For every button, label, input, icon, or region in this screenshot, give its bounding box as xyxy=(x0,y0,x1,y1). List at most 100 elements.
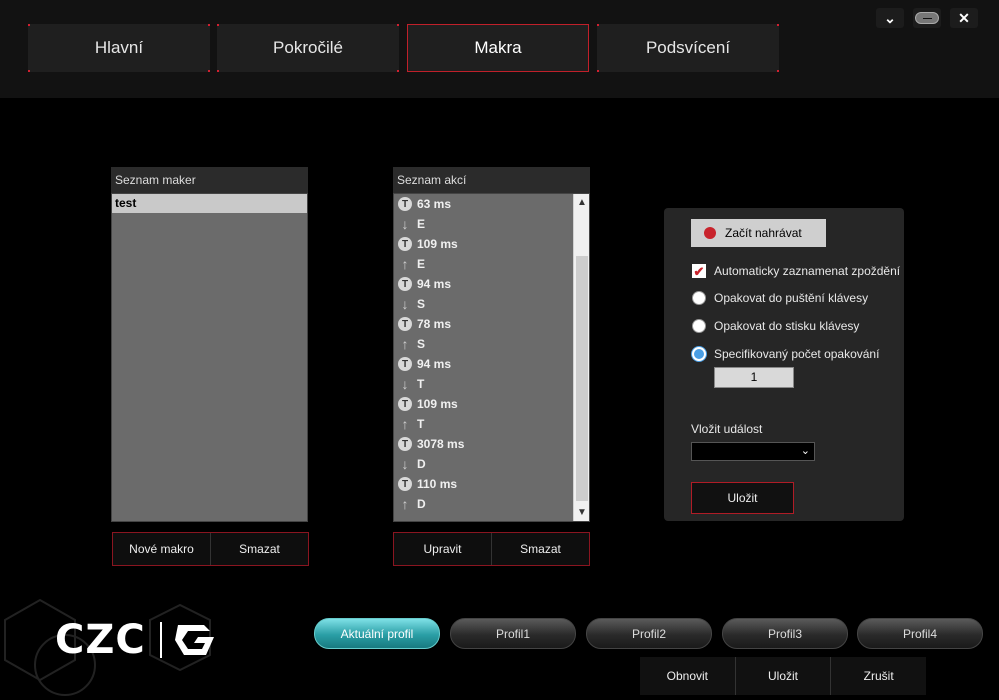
chevron-down-icon: ⌄ xyxy=(800,445,810,457)
profile-current[interactable]: Aktuální profil xyxy=(314,618,440,649)
action-buttons: Upravit Smazat xyxy=(393,532,590,566)
action-text: 94 ms xyxy=(417,277,452,291)
key-down-arrow-icon: ↓ xyxy=(401,216,409,232)
tab-corner-accent xyxy=(597,70,599,72)
action-text: 63 ms xyxy=(417,197,452,211)
repeat-count-input[interactable]: 1 xyxy=(714,367,794,388)
close-button[interactable]: ✕ xyxy=(950,8,978,28)
action-row[interactable]: ↓ E xyxy=(394,214,589,234)
minimize-button[interactable] xyxy=(913,8,941,28)
action-row[interactable]: ↑ D xyxy=(394,494,589,514)
tab-corner-accent xyxy=(208,24,210,26)
key-up-arrow-icon: ↑ xyxy=(401,336,409,352)
save-button[interactable]: Uložit xyxy=(734,657,831,695)
tab-corner-accent xyxy=(397,24,399,26)
action-row[interactable]: T 110 ms xyxy=(394,474,589,494)
key-down-arrow-icon: ↓ xyxy=(401,296,409,312)
timer-icon: T xyxy=(398,277,412,291)
reset-button[interactable]: Obnovit xyxy=(640,657,735,695)
action-row[interactable]: ↑ T xyxy=(394,414,589,434)
profile-3[interactable]: Profil3 xyxy=(722,618,848,649)
radio-label: Specifikovaný počet opakování xyxy=(714,347,880,361)
action-row[interactable]: ↑ E xyxy=(394,254,589,274)
timer-icon: T xyxy=(398,477,412,491)
macro-item-test[interactable]: test xyxy=(112,194,307,213)
auto-delay-checkbox[interactable]: ✔ Automaticky zaznamenat zpoždění xyxy=(692,264,900,278)
tab-corner-accent xyxy=(28,70,30,72)
close-icon: ✕ xyxy=(958,9,970,26)
footer-buttons: Obnovit Uložit Zrušit xyxy=(640,657,926,695)
start-recording-button[interactable]: Začít nahrávat xyxy=(691,219,826,247)
key-down-arrow-icon: ↓ xyxy=(401,456,409,472)
macro-settings-panel: Začít nahrávat ✔ Automaticky zaznamenat … xyxy=(664,208,904,521)
profile-1[interactable]: Profil1 xyxy=(450,618,576,649)
tab-corner-accent xyxy=(397,70,399,72)
action-row[interactable]: T 63 ms xyxy=(394,194,589,214)
timer-icon: T xyxy=(398,397,412,411)
tab-label: Pokročilé xyxy=(273,38,343,57)
timer-icon: T xyxy=(398,437,412,451)
action-list-title: Seznam akcí xyxy=(393,167,590,193)
profile-4[interactable]: Profil4 xyxy=(857,618,983,649)
action-text: 109 ms xyxy=(417,237,458,251)
scroll-thumb[interactable] xyxy=(576,256,588,501)
auto-delay-label: Automaticky zaznamenat zpoždění xyxy=(714,264,901,278)
tab-label: Podsvícení xyxy=(645,38,731,57)
action-list-scrollbar[interactable]: ▲ ▼ xyxy=(573,194,589,521)
chevron-down-icon: ▼ xyxy=(577,507,587,518)
save-macro-button[interactable]: Uložit xyxy=(691,482,794,514)
scroll-up-button[interactable]: ▲ xyxy=(574,194,590,211)
specified-count-radio[interactable]: Specifikovaný počet opakování xyxy=(692,347,879,361)
tab-podsviceni[interactable]: Podsvícení xyxy=(597,24,779,72)
chevron-down-icon: ⌄ xyxy=(884,9,896,26)
action-text: T xyxy=(417,417,425,431)
radio-selected-icon xyxy=(692,347,706,361)
action-row[interactable]: ↓ D xyxy=(394,454,589,474)
action-row[interactable]: T 94 ms xyxy=(394,354,589,374)
tab-hlavni[interactable]: Hlavní xyxy=(28,24,210,72)
action-row[interactable]: T 109 ms xyxy=(394,394,589,414)
radio-label: Opakovat do puštění klávesy xyxy=(714,291,869,305)
action-text: 94 ms xyxy=(417,357,452,371)
collapse-button[interactable]: ⌄ xyxy=(876,8,904,28)
radio-label: Opakovat do stisku klávesy xyxy=(714,319,860,333)
action-list[interactable]: T 63 ms ↓ E T 109 ms ↑ E T 94 ms ↓ S T 78 ms ↑ S T 94 ms ↓… xyxy=(393,193,590,522)
delete-macro-button[interactable]: Smazat xyxy=(210,533,308,565)
tab-makra[interactable]: Makra xyxy=(407,24,589,72)
edit-action-button[interactable]: Upravit xyxy=(394,533,491,565)
insert-event-label: Vložit událost xyxy=(691,422,763,436)
radio-icon xyxy=(692,319,706,333)
action-text: S xyxy=(417,297,426,311)
record-icon xyxy=(704,227,716,239)
tab-corner-accent xyxy=(777,24,779,26)
action-row[interactable]: ↓ S xyxy=(394,294,589,314)
repeat-until-press-radio[interactable]: Opakovat do stisku klávesy xyxy=(692,319,859,333)
delete-action-button[interactable]: Smazat xyxy=(491,533,589,565)
tab-corner-accent xyxy=(208,70,210,72)
new-macro-button[interactable]: Nové makro xyxy=(113,533,210,565)
tab-label: Hlavní xyxy=(94,38,144,57)
action-row[interactable]: ↓ T xyxy=(394,374,589,394)
checkmark-icon: ✔ xyxy=(692,263,706,279)
action-row[interactable]: T 109 ms xyxy=(394,234,589,254)
tab-label: Makra xyxy=(474,38,522,57)
macro-buttons: Nové makro Smazat xyxy=(112,532,309,566)
profile-2[interactable]: Profil2 xyxy=(586,618,712,649)
macro-list[interactable]: test xyxy=(111,193,308,522)
tab-pokrocile[interactable]: Pokročilé xyxy=(217,24,399,72)
logo-separator xyxy=(159,622,162,658)
scroll-down-button[interactable]: ▼ xyxy=(574,504,590,521)
tab-corner-accent xyxy=(28,24,30,26)
tab-corner-accent xyxy=(777,70,779,72)
action-row[interactable]: T 94 ms xyxy=(394,274,589,294)
action-text: 109 ms xyxy=(417,397,458,411)
logo-text: CZC xyxy=(55,617,146,663)
action-row[interactable]: T 78 ms xyxy=(394,314,589,334)
cancel-button[interactable]: Zrušit xyxy=(830,657,926,695)
chevron-up-icon: ▲ xyxy=(577,197,587,208)
action-row[interactable]: ↑ S xyxy=(394,334,589,354)
insert-event-select[interactable]: ⌄ xyxy=(691,442,815,461)
action-row[interactable]: T 3078 ms xyxy=(394,434,589,454)
timer-icon: T xyxy=(398,357,412,371)
repeat-until-release-radio[interactable]: Opakovat do puštění klávesy xyxy=(692,291,868,305)
